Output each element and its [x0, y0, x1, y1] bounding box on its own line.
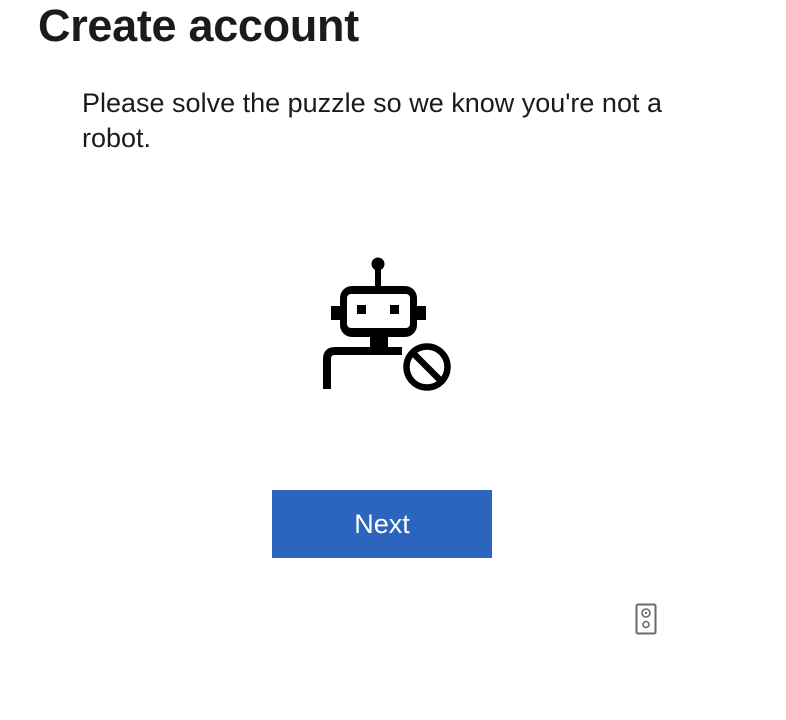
next-button[interactable]: Next [272, 490, 492, 558]
audio-challenge-button[interactable] [635, 603, 657, 635]
robot-blocked-icon [316, 254, 458, 396]
puzzle-instructions: Please solve the puzzle so we know you'r… [82, 88, 662, 153]
page-title: Create account [38, 0, 359, 51]
speaker-icon [635, 603, 657, 635]
